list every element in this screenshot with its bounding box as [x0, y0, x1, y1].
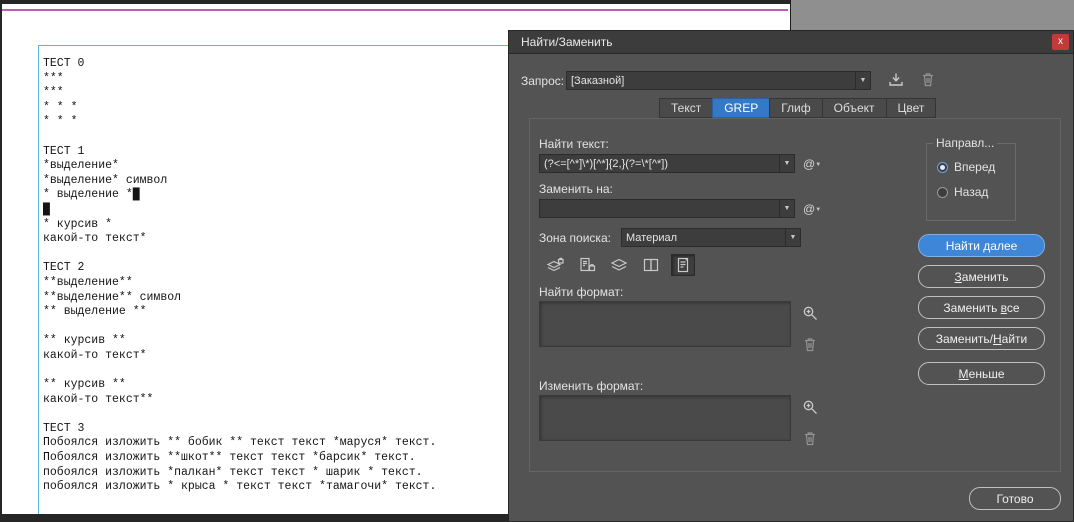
background-window [790, 0, 1074, 30]
text-line: ** курсив ** [43, 378, 505, 393]
text-line: * * * [43, 115, 505, 130]
find-text-input[interactable] [540, 155, 779, 172]
find-text-field[interactable]: ▼ [539, 154, 795, 173]
text-line: ТЕСТ 1 [43, 145, 505, 160]
search-zone-value: Материал [622, 232, 785, 244]
text-line: ТЕСТ 3 [43, 422, 505, 437]
text-line: *** [43, 72, 505, 87]
replace-button[interactable]: Заменить [918, 265, 1045, 288]
change-format-box[interactable] [539, 395, 791, 441]
story-text[interactable]: ТЕСТ 0******* * ** * * ТЕСТ 1*выделение*… [43, 57, 505, 495]
margin-guide-line [2, 9, 788, 11]
replace-with-label: Заменить на: [539, 182, 613, 196]
radio-selected-icon [937, 162, 948, 173]
dialog-title: Найти/Заменить [521, 35, 613, 49]
replace-all-button[interactable]: Заменить все [918, 296, 1045, 319]
query-value: [Заказной] [567, 75, 855, 87]
direction-label: Направл... [933, 136, 997, 150]
tab-color[interactable]: Цвет [886, 98, 937, 118]
search-mode-tabs: Текст GREP Глиф Объект Цвет [659, 98, 936, 118]
text-line: *выделение* [43, 159, 505, 174]
query-label: Запрос: [521, 74, 564, 88]
text-frame-border-top [38, 45, 508, 46]
save-query-button[interactable] [887, 72, 905, 88]
text-line: ** курсив ** [43, 334, 505, 349]
text-line [43, 407, 505, 422]
replace-with-input[interactable] [540, 200, 779, 217]
replace-find-button[interactable]: Заменить/Найти [918, 327, 1045, 350]
find-text-label: Найти текст: [539, 137, 609, 151]
text-line: какой-то текст* [43, 349, 505, 364]
search-zone-dropdown[interactable]: Материал ▼ [621, 228, 801, 247]
find-special-characters-menu-button[interactable]: @▼ [803, 154, 827, 173]
change-format-label: Изменить формат: [539, 379, 643, 393]
chevron-down-icon[interactable]: ▼ [785, 229, 800, 246]
close-button[interactable]: x [1052, 34, 1069, 50]
find-format-box[interactable] [539, 301, 791, 347]
text-line: какой-то текст* [43, 232, 505, 247]
text-line [43, 363, 505, 378]
radio-unselected-icon [937, 187, 948, 198]
less-options-button[interactable]: Меньше [918, 362, 1045, 385]
change-format-clear-trash-icon[interactable] [803, 431, 817, 446]
find-master-pages-icon[interactable] [639, 254, 663, 276]
find-locked-layers-icon[interactable] [543, 254, 567, 276]
find-next-button[interactable]: Найти далее [918, 234, 1045, 257]
pasteboard [508, 4, 790, 30]
text-line [43, 320, 505, 335]
chevron-down-icon[interactable]: ▼ [779, 200, 794, 217]
text-line: побоялся изложить * крыса * текст текст … [43, 480, 505, 495]
text-line [43, 130, 505, 145]
direction-backward-radio[interactable]: Назад [937, 185, 988, 199]
replace-special-characters-menu-button[interactable]: @▼ [803, 199, 827, 218]
text-line: ** выделение ** [43, 305, 505, 320]
find-format-label: Найти формат: [539, 285, 623, 299]
text-line: *** [43, 86, 505, 101]
chevron-down-icon[interactable]: ▼ [779, 155, 794, 172]
find-replace-dialog: Найти/Заменить x Запрос: [Заказной] ▼ Те… [508, 30, 1074, 522]
delete-query-trash-icon[interactable] [921, 72, 935, 87]
search-scope-toggles [543, 254, 695, 276]
find-locked-stories-icon[interactable] [575, 254, 599, 276]
text-line [43, 247, 505, 262]
tab-object[interactable]: Объект [822, 98, 886, 118]
text-line: █ [43, 203, 505, 218]
text-line: ТЕСТ 2 [43, 261, 505, 276]
dialog-titlebar[interactable]: Найти/Заменить x [509, 31, 1073, 54]
text-line: Побоялся изложить **шкот** текст текст *… [43, 451, 505, 466]
direction-forward-radio[interactable]: Вперед [937, 160, 995, 174]
tab-text[interactable]: Текст [659, 98, 712, 118]
text-line: * курсив * [43, 218, 505, 233]
text-line: * выделение *█ [43, 188, 505, 203]
find-format-specify-icon[interactable] [802, 305, 819, 322]
change-format-specify-icon[interactable] [802, 399, 819, 416]
find-footnotes-icon[interactable] [671, 254, 695, 276]
done-button[interactable]: Готово [969, 487, 1061, 510]
direction-forward-label: Вперед [954, 160, 995, 174]
text-frame-border-left [38, 45, 39, 514]
tab-grep[interactable]: GREP [712, 98, 769, 118]
text-line: **выделение** [43, 276, 505, 291]
text-line: **выделение** символ [43, 291, 505, 306]
text-line: побоялся изложить *палкан* текст текст *… [43, 466, 505, 481]
text-line: ТЕСТ 0 [43, 57, 505, 72]
replace-with-field[interactable]: ▼ [539, 199, 795, 218]
text-line: какой-то текст** [43, 393, 505, 408]
text-line: * * * [43, 101, 505, 116]
chevron-down-icon[interactable]: ▼ [855, 72, 870, 89]
find-hidden-layers-icon[interactable] [607, 254, 631, 276]
query-dropdown[interactable]: [Заказной] ▼ [566, 71, 871, 90]
direction-backward-label: Назад [954, 185, 988, 199]
search-zone-label: Зона поиска: [539, 231, 611, 245]
text-line: Побоялся изложить ** бобик ** текст текс… [43, 436, 505, 451]
tab-glyph[interactable]: Глиф [769, 98, 821, 118]
find-format-clear-trash-icon[interactable] [803, 337, 817, 352]
text-line: *выделение* символ [43, 174, 505, 189]
direction-group: Направл... Вперед Назад [926, 143, 1016, 221]
